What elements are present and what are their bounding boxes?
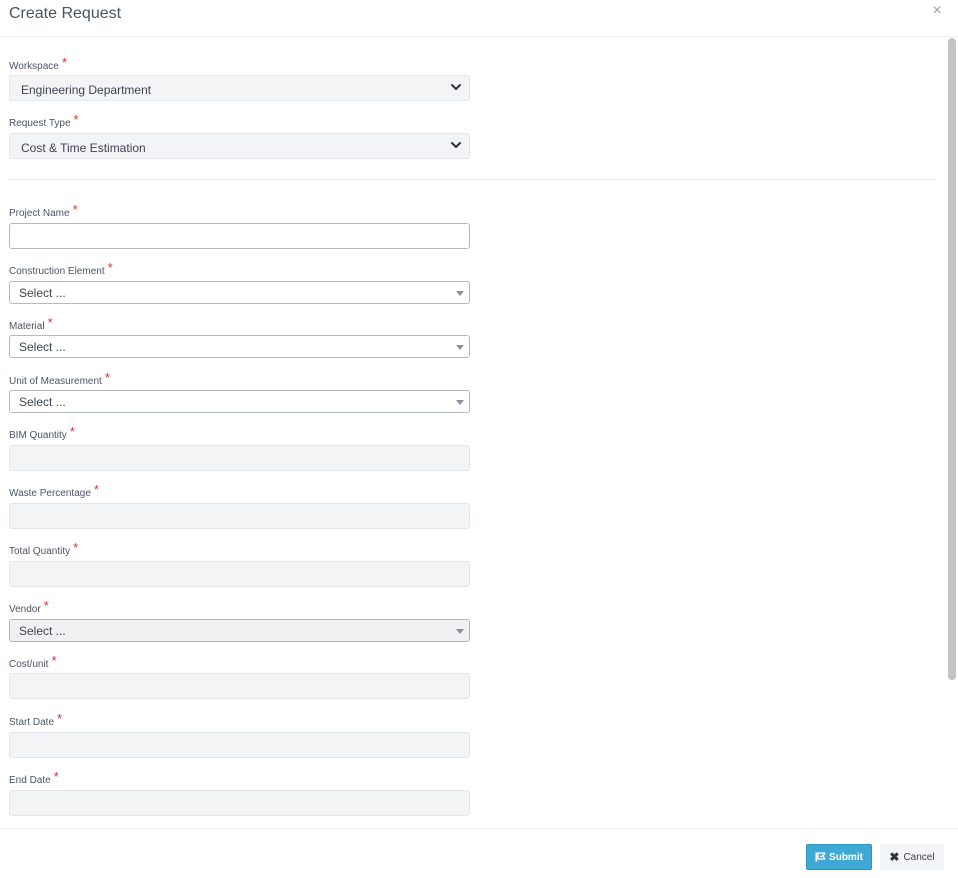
unit-of-measurement-value: Select ... <box>19 395 66 409</box>
material-value: Select ... <box>19 340 66 354</box>
total-quantity-label: Total Quantity * <box>9 540 79 557</box>
vendor-label: Vendor * <box>9 598 49 615</box>
vendor-select[interactable]: Select ... <box>9 619 470 642</box>
required-mark: * <box>53 769 59 784</box>
modal-title: Create Request <box>9 5 122 22</box>
construction-element-label: Construction Element * <box>9 260 113 277</box>
project-name-label: Project Name * <box>9 202 78 219</box>
construction-element-value: Select ... <box>19 286 66 300</box>
chevron-down-icon <box>451 84 461 90</box>
start-date-input <box>9 732 470 758</box>
unit-of-measurement-select[interactable]: Select ... <box>9 390 470 413</box>
workspace-label: Workspace * <box>9 55 67 72</box>
section-divider <box>9 179 936 180</box>
required-mark: * <box>51 653 57 668</box>
bim-quantity-label: BIM Quantity * <box>9 424 75 441</box>
modal-header: Create Request × <box>0 0 958 37</box>
caret-down-icon <box>456 629 464 634</box>
workspace-select[interactable]: Engineering Department <box>9 75 470 101</box>
required-mark: * <box>107 260 113 275</box>
start-date-label: Start Date * <box>9 711 63 728</box>
required-mark: * <box>61 55 67 70</box>
required-mark: * <box>93 482 99 497</box>
cancel-button[interactable]: ✖ Cancel <box>880 844 944 870</box>
request-type-value: Cost & Time Estimation <box>21 141 146 155</box>
cost-unit-input <box>9 673 470 699</box>
material-label: Material * <box>9 315 53 332</box>
close-icon[interactable]: × <box>928 2 946 20</box>
caret-down-icon <box>456 400 464 405</box>
workspace-value: Engineering Department <box>21 83 152 97</box>
required-mark: * <box>69 424 75 439</box>
close-icon: ✖ <box>889 850 900 864</box>
total-quantity-input <box>9 561 470 587</box>
vendor-value: Select ... <box>19 624 66 638</box>
end-date-label: End Date * <box>9 769 59 786</box>
construction-element-select[interactable]: Select ... <box>9 281 470 304</box>
required-mark: * <box>104 370 110 385</box>
modal-body[interactable]: Workspace * Engineering Department Reques… <box>0 37 946 828</box>
required-mark: * <box>73 112 79 127</box>
bim-quantity-input <box>9 445 470 471</box>
caret-down-icon <box>456 291 464 296</box>
required-mark: * <box>73 540 79 555</box>
required-mark: * <box>57 711 63 726</box>
required-mark: * <box>72 202 78 217</box>
submit-label: Submit <box>829 851 863 863</box>
submit-icon <box>815 852 826 862</box>
unit-of-measurement-label: Unit of Measurement * <box>9 370 110 387</box>
chevron-down-icon <box>451 142 461 148</box>
required-mark: * <box>43 598 49 613</box>
waste-percentage-label: Waste Percentage * <box>9 482 99 499</box>
end-date-input <box>9 790 470 816</box>
request-type-label: Request Type * <box>9 112 79 129</box>
modal-footer: Submit ✖ Cancel <box>0 828 958 878</box>
project-name-input[interactable] <box>9 223 470 249</box>
caret-down-icon <box>456 345 464 350</box>
request-type-select[interactable]: Cost & Time Estimation <box>9 133 470 159</box>
material-select[interactable]: Select ... <box>9 335 470 358</box>
cost-unit-label: Cost/unit * <box>9 653 57 670</box>
required-mark: * <box>47 315 53 330</box>
cancel-label: Cancel <box>903 851 935 863</box>
scrollbar-thumb[interactable] <box>948 38 956 680</box>
waste-percentage-input <box>9 503 470 529</box>
submit-button[interactable]: Submit <box>806 844 872 870</box>
